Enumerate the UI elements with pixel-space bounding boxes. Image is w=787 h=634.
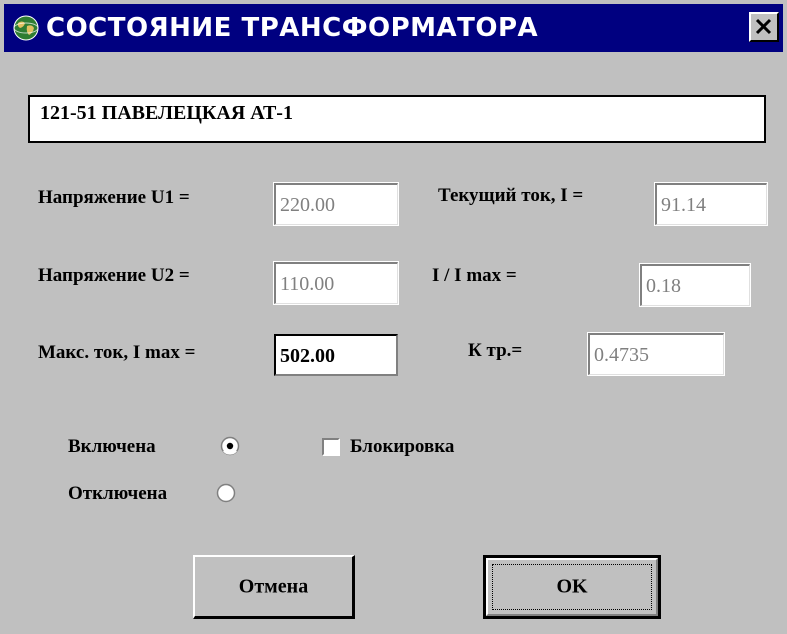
current-field[interactable]: 91.14 [654,182,768,226]
u2-field[interactable]: 110.00 [273,261,399,305]
globe-icon [13,15,39,41]
cancel-button[interactable]: Отмена [193,555,355,619]
lock-checkbox[interactable] [322,438,340,456]
off-label: Отключена [68,483,168,504]
ratio-label: I / I max = [432,265,517,286]
ktr-field[interactable]: 0.4735 [587,332,725,376]
ktr-label: К тр.= [468,340,523,361]
close-button[interactable] [749,12,779,42]
transformer-status-dialog: СОСТОЯНИЕ ТРАНСФОРМАТОРА 121-51 ПАВЕЛЕЦК… [0,0,787,634]
cancel-button-label: Отмена [238,575,309,597]
ok-button[interactable]: OK [483,555,661,619]
u1-field[interactable]: 220.00 [273,182,399,226]
off-radio[interactable] [216,483,236,503]
current-label: Текущий ток, I = [438,185,584,206]
u1-label: Напряжение U1 = [38,187,190,208]
on-label: Включена [68,436,156,457]
ok-button-label: OK [556,575,588,598]
window-title: СОСТОЯНИЕ ТРАНСФОРМАТОРА [46,13,539,43]
ratio-field[interactable]: 0.18 [639,263,751,307]
imax-input[interactable]: 502.00 [274,334,398,376]
on-radio[interactable] [220,436,240,456]
close-icon [755,18,772,35]
u2-label: Напряжение U2 = [38,265,190,286]
title-bar[interactable]: СОСТОЯНИЕ ТРАНСФОРМАТОРА [4,4,783,52]
lock-label: Блокировка [350,436,455,457]
transformer-name-field: 121-51 ПАВЕЛЕЦКАЯ АТ-1 [28,95,766,143]
imax-label: Макс. ток, I max = [38,342,196,363]
